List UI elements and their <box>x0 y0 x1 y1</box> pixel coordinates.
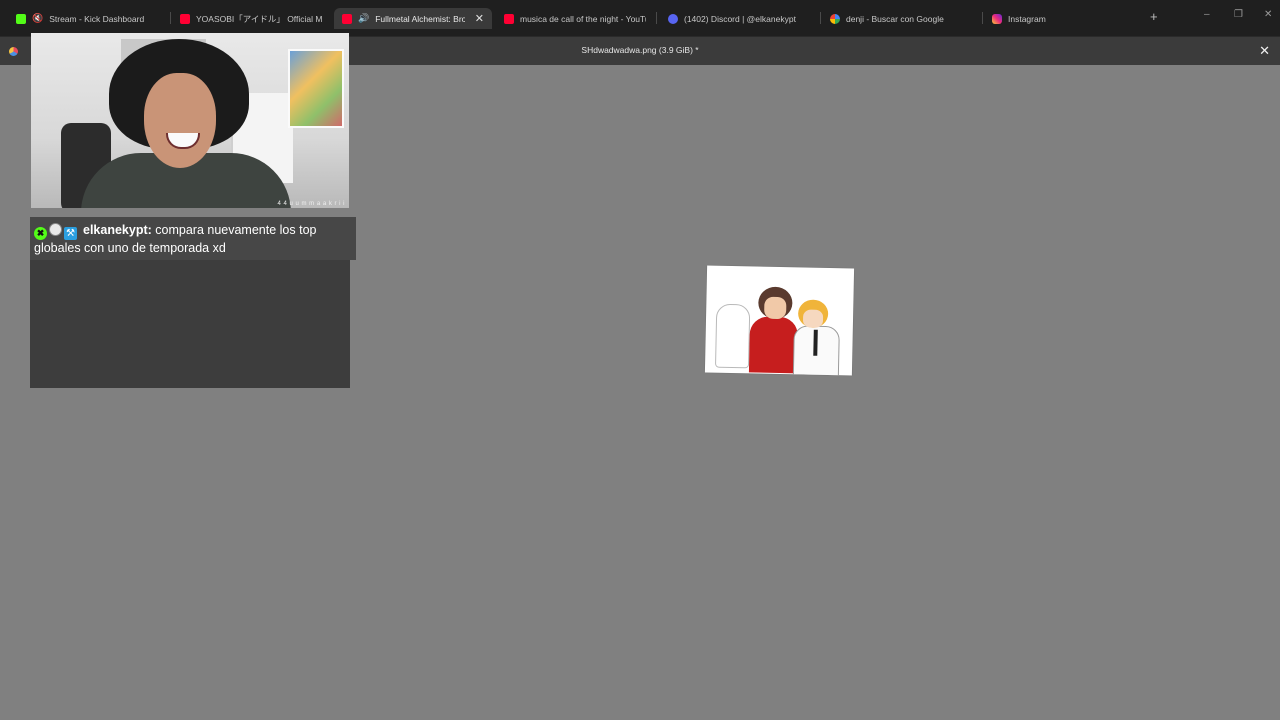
streamer-face <box>144 73 216 168</box>
subscriber-badge-icon: ⚒ <box>64 227 77 240</box>
displayed-image[interactable] <box>704 265 855 376</box>
google-icon <box>830 13 840 24</box>
sketch-figure <box>714 303 751 369</box>
tab-discord[interactable]: (1402) Discord | @elkanekypt <box>660 8 820 29</box>
chat-username: elkanekypt: <box>83 223 152 237</box>
tab-title: Stream - Kick Dashboard <box>49 13 145 24</box>
webcam-watermark: 4 4 u u m m a a k r i i <box>277 201 345 207</box>
youtube-icon <box>342 13 352 24</box>
tab-separator <box>656 12 657 24</box>
muted-speaker-icon[interactable]: 🔇 <box>32 13 43 24</box>
tab-title: denji - Buscar con Google <box>846 13 944 24</box>
tab-kick-dashboard[interactable]: 🔇 Stream - Kick Dashboard <box>8 8 168 29</box>
tab-separator <box>820 12 821 24</box>
face <box>764 296 787 320</box>
browser-tab-strip: 🔇 Stream - Kick Dashboard YOASOBI「アイドル」 … <box>0 0 1280 36</box>
tab-yoasobi[interactable]: YOASOBI「アイドル」 Official Music Vid <box>172 8 330 29</box>
minimize-window-button[interactable]: – <box>1204 9 1210 20</box>
og-badge-icon <box>49 223 62 236</box>
anime-poster <box>288 49 344 128</box>
tab-title: (1402) Discord | @elkanekypt <box>684 13 796 24</box>
youtube-icon <box>504 13 514 24</box>
youtube-icon <box>180 13 190 24</box>
discord-icon <box>668 13 678 24</box>
tab-instagram[interactable]: Instagram <box>984 8 1144 29</box>
tab-fullmetal-alchemist[interactable]: 🔊 Fullmetal Alchemist: Brotherh ✕ <box>334 8 492 29</box>
chat-message: ✖ ⚒ elkanekypt: compara nuevamente los top… <box>30 217 356 260</box>
tab-title: musica de call of the night - YouTub <box>520 13 646 24</box>
restore-window-button[interactable]: ❐ <box>1234 9 1243 20</box>
close-tab-icon[interactable]: ✕ <box>475 12 484 25</box>
new-tab-button[interactable]: + <box>1150 9 1158 24</box>
webcam-overlay: 4 4 u u m m a a k r i i <box>31 33 349 208</box>
tab-google-search[interactable]: denji - Buscar con Google <box>822 8 982 29</box>
tab-separator <box>982 12 983 24</box>
red-hoodie-figure <box>748 316 799 374</box>
kick-icon <box>16 13 26 24</box>
audio-playing-icon[interactable]: 🔊 <box>358 13 369 24</box>
close-icon[interactable]: ✕ <box>1259 43 1270 59</box>
face <box>802 309 824 328</box>
close-window-button[interactable]: ✕ <box>1264 9 1272 20</box>
tab-call-of-the-night[interactable]: musica de call of the night - YouTub <box>496 8 654 29</box>
tab-title: Instagram <box>1008 13 1046 24</box>
necktie <box>813 329 818 356</box>
moderator-badge-icon: ✖ <box>34 227 47 240</box>
instagram-icon <box>992 13 1002 24</box>
tab-title: Fullmetal Alchemist: Brotherh <box>375 13 465 24</box>
chat-overlay: ✖ ⚒ elkanekypt: compara nuevamente los top… <box>30 217 356 388</box>
tab-title: YOASOBI「アイドル」 Official Music Vid <box>196 13 322 24</box>
tab-separator <box>170 12 171 24</box>
